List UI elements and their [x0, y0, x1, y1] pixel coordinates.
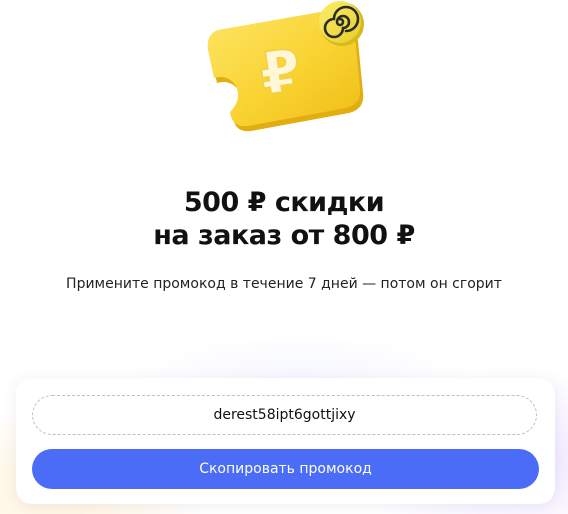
ruble-coupon-icon: ₽ [207, 1, 364, 132]
page-title: 500 ₽ скидки на заказ от 800 ₽ [0, 186, 568, 252]
promo-subtitle: Примените промокод в течение 7 дней — по… [66, 276, 502, 292]
headline-line-1: 500 ₽ скидки [183, 187, 385, 218]
headline-line-2: на заказ от 800 ₽ [153, 220, 415, 251]
copy-promo-button[interactable]: Скопировать промокод [32, 449, 539, 489]
promo-page: ₽ 500 ₽ скидки на заказ от 800 ₽ Примени… [0, 0, 568, 514]
promo-code-field[interactable]: derest58ipt6gottjixy [32, 395, 537, 435]
promo-card: derest58ipt6gottjixy Скопировать промоко… [16, 378, 555, 504]
